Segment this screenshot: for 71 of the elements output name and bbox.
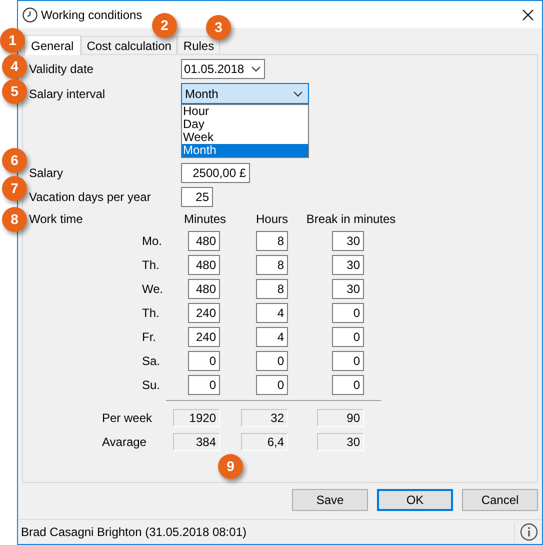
date-picker[interactable]: 01.05.2018 — [181, 59, 265, 79]
field-label: Salary — [28, 165, 64, 182]
readonly-field: 30 — [317, 433, 364, 451]
field-label: Validity date — [28, 61, 94, 78]
readonly-field: 90 — [317, 409, 364, 427]
chevron-down-icon — [293, 90, 303, 96]
readonly-field: 6,4 — [241, 433, 288, 451]
time-field[interactable]: 8 — [256, 231, 288, 251]
time-field[interactable]: 0 — [256, 351, 288, 371]
time-field[interactable]: 30 — [332, 279, 364, 299]
time-field[interactable]: 240 — [188, 303, 220, 323]
dropdown-option[interactable]: Week — [182, 131, 308, 144]
time-field[interactable]: 0 — [188, 375, 220, 395]
time-field[interactable]: 0 — [332, 351, 364, 371]
time-field[interactable]: 0 — [332, 375, 364, 395]
time-field[interactable]: 480 — [188, 279, 220, 299]
time-field[interactable]: 0 — [188, 351, 220, 371]
dialog-button[interactable]: Save — [292, 489, 368, 511]
total-label: Avarage — [102, 434, 148, 451]
column-header: Break in minutes — [306, 211, 396, 228]
clock-icon — [22, 6, 38, 22]
window-title: Working conditions — [41, 6, 142, 24]
day-label: Su. — [142, 377, 162, 394]
salary-field[interactable]: 2500,00 £ — [181, 163, 250, 183]
field-label: Work time — [28, 211, 84, 228]
column-header: Hours — [256, 211, 288, 228]
dialog-button[interactable]: Cancel — [462, 489, 538, 511]
column-header: Minutes — [184, 211, 226, 228]
tab[interactable]: Rules — [177, 36, 220, 54]
time-field[interactable]: 480 — [188, 231, 220, 251]
total-label: Per week — [102, 410, 154, 427]
time-field[interactable]: 30 — [332, 255, 364, 275]
day-label: Th. — [142, 257, 160, 274]
close-icon[interactable] — [522, 8, 534, 20]
vacation-days-field[interactable]: 25 — [181, 187, 213, 207]
time-field[interactable]: 0 — [256, 375, 288, 395]
time-field[interactable]: 240 — [188, 327, 220, 347]
time-field[interactable]: 0 — [332, 303, 364, 323]
dialog-button[interactable]: OK — [377, 489, 453, 511]
field-label: Vacation days per year — [28, 189, 152, 206]
callout-badge: 7 — [2, 176, 27, 201]
chevron-down-icon — [251, 66, 261, 72]
field-label: Salary interval — [28, 86, 106, 102]
time-field[interactable]: 480 — [188, 255, 220, 275]
salary-interval-dropdown[interactable]: Month — [181, 83, 309, 104]
dropdown-option[interactable]: Month — [182, 144, 308, 157]
time-field[interactable]: 4 — [256, 303, 288, 323]
dropdown-option[interactable]: Day — [182, 118, 308, 131]
callout-badge: 5 — [2, 79, 27, 104]
callout-badge: 4 — [2, 54, 27, 79]
status-text: Brad Casagni Brighton (31.05.2018 08:01) — [21, 524, 248, 541]
tab[interactable]: Cost calculation — [80, 36, 178, 54]
readonly-field: 384 — [173, 433, 220, 451]
day-label: Th. — [142, 305, 160, 322]
callout-badge: 1 — [0, 28, 25, 53]
tab[interactable]: General — [24, 35, 81, 55]
time-field[interactable]: 8 — [256, 255, 288, 275]
readonly-field: 1920 — [173, 409, 220, 427]
time-field[interactable]: 30 — [332, 231, 364, 251]
info-icon[interactable] — [520, 523, 538, 541]
day-label: Fr. — [142, 329, 157, 346]
callout-badge: 6 — [2, 148, 27, 173]
time-field[interactable]: 8 — [256, 279, 288, 299]
time-field[interactable]: 0 — [332, 327, 364, 347]
day-label: Mo. — [142, 233, 164, 250]
day-label: We. — [142, 281, 164, 298]
time-field[interactable]: 4 — [256, 327, 288, 347]
day-label: Sa. — [142, 353, 162, 370]
dropdown-option[interactable]: Hour — [182, 105, 308, 118]
readonly-field: 32 — [241, 409, 288, 427]
callout-badge: 8 — [2, 207, 27, 232]
